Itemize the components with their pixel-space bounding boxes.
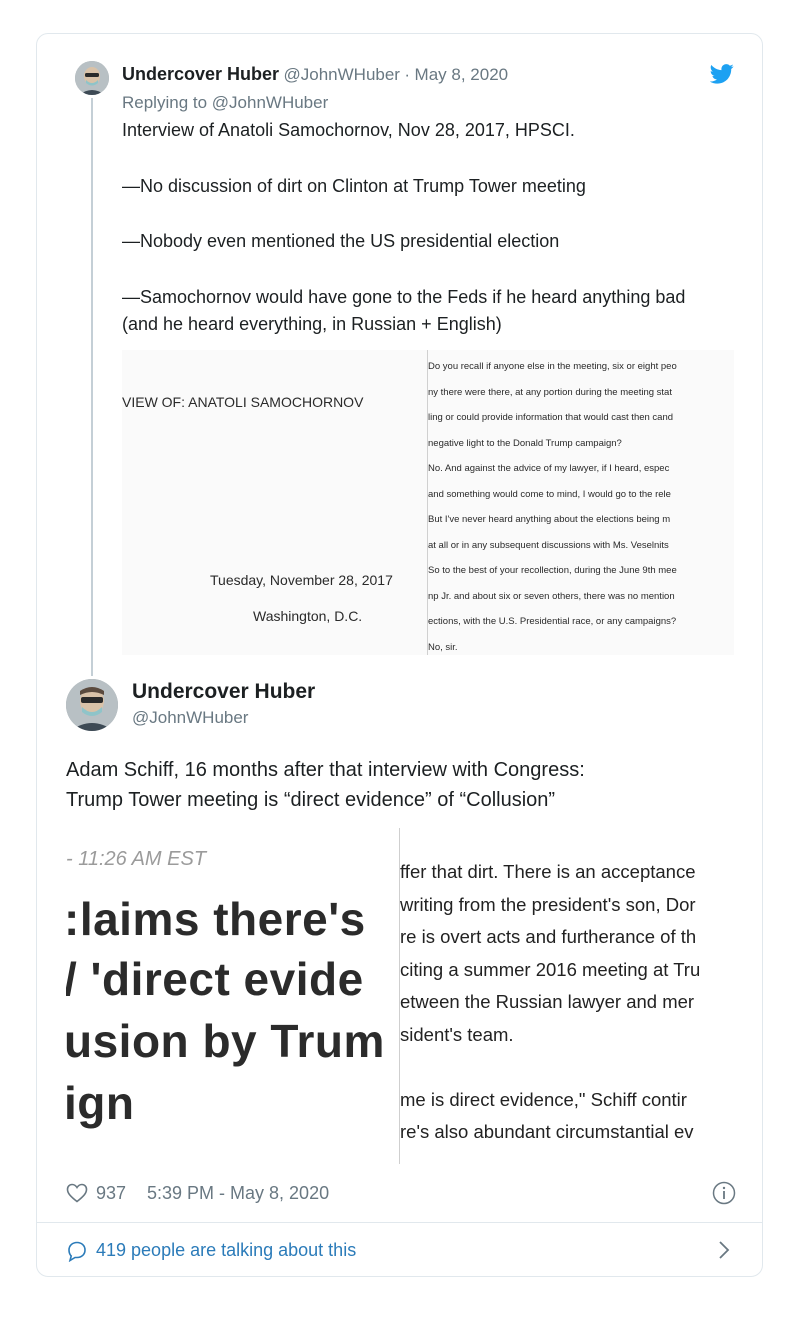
twitter-bird-icon[interactable] [709, 64, 734, 89]
comment-bubble-icon [66, 1240, 88, 1267]
divider [36, 1222, 763, 1223]
headline-line: ign [66, 1077, 135, 1129]
transcript-line: and something would come to mind, I woul… [428, 488, 671, 500]
tweet-line: Trump Tower meeting is “direct evidence”… [66, 789, 556, 811]
article-line: ffer that dirt. There is an acceptance [400, 861, 696, 882]
talking-count-label: 419 people are talking about this [96, 1240, 357, 1260]
transcript-title: VIEW OF: ANATOLI SAMOCHORNOV [122, 394, 364, 410]
transcript-page: Do you recall if anyone else in the meet… [428, 354, 734, 655]
tweet-line: Adam Schiff, 16 months after that interv… [66, 759, 585, 781]
transcript-image[interactable]: VIEW OF: ANATOLI SAMOCHORNOV Tuesday, No… [122, 350, 734, 655]
dot-separator: · [404, 65, 411, 84]
tweet1-text: Interview of Anatoli Samochornov, Nov 28… [122, 117, 722, 339]
article-line: citing a summer 2016 meeting at Tru [400, 958, 701, 980]
article-line [400, 1051, 734, 1084]
headline-line: / 'direct evide [66, 953, 364, 1005]
user-handle[interactable]: @JohnWHuber [284, 65, 400, 84]
article-line: re's also abundant circumstantial ev [400, 1121, 694, 1142]
transcript-line: ny there were there, at any portion duri… [428, 386, 672, 398]
heart-icon[interactable] [66, 1183, 88, 1208]
thread-connector [91, 98, 93, 676]
info-icon[interactable] [712, 1181, 736, 1210]
transcript-line: No, sir. [428, 641, 458, 653]
tweet-paragraph: —No discussion of dirt on Clinton at Tru… [122, 175, 586, 196]
article-line: re is overt acts and furtherance of th [400, 926, 697, 947]
tweet-meta-row: 937 5:39 PM - May 8, 2020 [66, 1181, 736, 1207]
tweet2-text: Adam Schiff, 16 months after that interv… [66, 755, 726, 815]
news-screenshot-image[interactable]: - 11:26 AM EST :laims there's / 'direct … [66, 828, 734, 1164]
transcript-date: Tuesday, November 28, 2017 [210, 572, 393, 588]
article-line: sident's team. [400, 1023, 514, 1045]
tweet1-header: Undercover Huber @JohnWHuber · May 8, 20… [122, 64, 508, 85]
avatar[interactable] [75, 61, 109, 95]
transcript-line: ections, with the U.S. Presidential race… [428, 616, 677, 627]
tweet-paragraph: —Nobody even mentioned the US presidenti… [122, 231, 560, 251]
transcript-place: Washington, D.C. [253, 608, 363, 624]
replying-to[interactable]: Replying to @JohnWHuber [122, 93, 328, 113]
news-headline-panel: - 11:26 AM EST :laims there's / 'direct … [66, 828, 399, 1164]
transcript-line: No. And against the advice of my lawyer,… [428, 463, 670, 474]
transcript-line: But I've never heard anything about the … [428, 514, 671, 525]
like-count[interactable]: 937 [96, 1183, 126, 1204]
tweet-paragraph: Interview of Anatoli Samochornov, Nov 28… [122, 120, 575, 140]
tweet-timestamp[interactable]: 5:39 PM - May 8, 2020 [147, 1183, 329, 1204]
headline-line: :laims there's [66, 893, 366, 945]
transcript-line: at all or in any subsequent discussions … [428, 539, 669, 551]
news-article-panel: ffer that dirt. There is an acceptance w… [400, 856, 734, 1149]
headline-line: usion by Trum [66, 1015, 385, 1067]
transcript-line: np Jr. and about six or seven others, th… [428, 590, 675, 602]
transcript-line: negative light to the Donald Trump campa… [428, 437, 622, 449]
tweet-paragraph: —Samochornov would have gone to the Feds… [122, 286, 686, 335]
transcript-line: ling or could provide information that w… [428, 412, 674, 423]
tweet-date[interactable]: May 8, 2020 [415, 65, 509, 84]
display-name[interactable]: Undercover Huber [122, 64, 279, 84]
transcript-line: So to the best of your recollection, dur… [428, 565, 677, 576]
article-line: writing from the president's son, Dor [400, 893, 696, 915]
transcript-cover: VIEW OF: ANATOLI SAMOCHORNOV Tuesday, No… [122, 350, 427, 655]
transcript-line: Do you recall if anyone else in the meet… [428, 361, 677, 372]
avatar[interactable] [66, 679, 118, 731]
display-name[interactable]: Undercover Huber [132, 680, 315, 704]
news-timestamp: - 11:26 AM EST [66, 848, 207, 870]
article-line: etween the Russian lawyer and mer [400, 991, 695, 1012]
conversation-link[interactable]: 419 people are talking about this [66, 1239, 736, 1263]
chevron-right-icon [718, 1240, 730, 1265]
article-line: me is direct evidence," Schiff contir [400, 1088, 687, 1110]
user-handle[interactable]: @JohnWHuber [132, 708, 248, 728]
